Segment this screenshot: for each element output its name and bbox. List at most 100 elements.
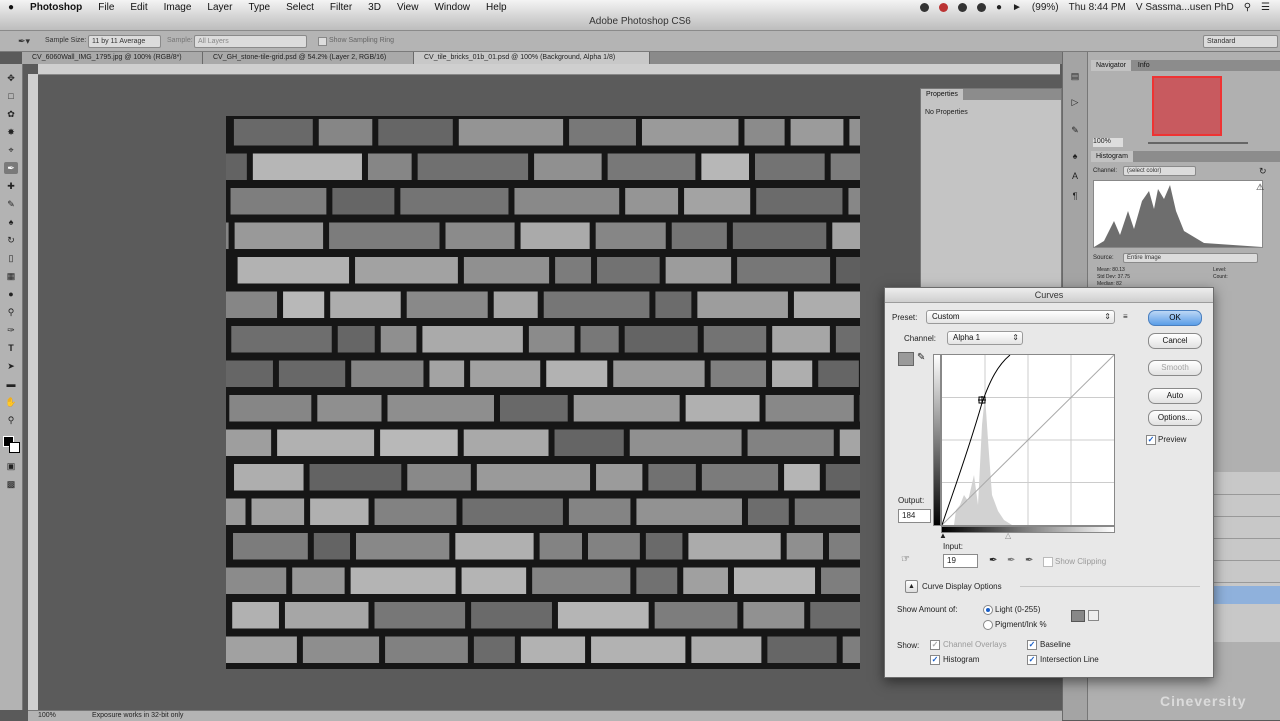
options-button[interactable]: Options... [1148,410,1202,426]
preset-options-icon[interactable]: ≡ [1123,312,1128,321]
tab-histogram[interactable]: Histogram [1091,151,1133,162]
bluetooth-icon[interactable] [958,3,967,12]
menu-file[interactable]: File [90,2,122,13]
menu-select[interactable]: Select [278,2,322,13]
gray-eyedropper-icon[interactable]: ✒ [1007,555,1015,566]
marquee-tool-icon[interactable]: □ [4,90,18,102]
brush-preset-icon[interactable]: ✎ [1068,124,1082,136]
sample-size-select[interactable]: 11 by 11 Average [88,35,161,48]
eyedropper-tool-preset-icon[interactable]: ✒▾ [18,36,30,47]
tab-navigator[interactable]: Navigator [1091,60,1131,71]
doc-tab-active[interactable]: CV_tile_bricks_01b_01.psd @ 100% (Backgr… [414,52,650,64]
history-brush-tool-icon[interactable]: ↻ [4,234,18,246]
doc-tab[interactable]: CV_GH_stone-tile-grid.psd @ 54.2% (Layer… [203,52,414,64]
navigator-zoom-slider[interactable] [1148,142,1248,144]
clock[interactable]: Thu 8:44 PM [1069,2,1126,13]
channel-overlays-checkbox[interactable]: ✓ [930,640,940,650]
clone-source-icon[interactable]: ♠ [1068,150,1082,162]
tab-info[interactable]: Info [1133,62,1155,69]
eraser-tool-icon[interactable]: ▯ [4,252,18,264]
curve-point[interactable] [978,396,986,404]
menu-layer[interactable]: Layer [199,2,240,13]
light-radio[interactable] [983,605,993,615]
warning-icon[interactable]: ⚠ [1256,182,1264,193]
layer-row[interactable] [1213,520,1280,539]
quick-mask-icon[interactable]: ▣ [4,460,18,472]
menu-type[interactable]: Type [240,2,278,13]
clone-stamp-tool-icon[interactable]: ♠ [4,216,18,228]
battery-status[interactable]: (99%) [1032,2,1059,13]
character-icon[interactable]: A [1068,170,1082,182]
screen-mode-icon[interactable]: ▩ [4,478,18,490]
status-icon[interactable] [920,3,929,12]
sample-select[interactable]: All Layers [194,35,307,48]
curve-graph[interactable] [941,354,1115,526]
smooth-button[interactable]: Smooth [1148,360,1202,376]
quick-select-tool-icon[interactable]: ✸ [4,126,18,138]
history-icon[interactable]: ▤ [1068,70,1082,82]
channel-select[interactable]: Alpha 1 [947,331,1023,345]
actions-icon[interactable]: ▷ [1068,96,1082,108]
grid-large-icon[interactable] [1071,610,1085,622]
curve-edit-points-icon[interactable] [898,352,914,366]
menu-edit[interactable]: Edit [122,2,155,13]
wifi-icon[interactable]: ● [996,2,1002,13]
menu-3d[interactable]: 3D [360,2,389,13]
background-color-swatch[interactable] [9,442,20,453]
black-eyedropper-icon[interactable]: ✒ [989,555,997,566]
shape-tool-icon[interactable]: ▬ [4,378,18,390]
navigator-zoom-value[interactable]: 100% [1093,138,1123,147]
tab-properties[interactable]: Properties [921,89,963,100]
pigment-radio[interactable] [983,620,993,630]
white-eyedropper-icon[interactable]: ✒ [1025,555,1033,566]
menu-filter[interactable]: Filter [322,2,360,13]
layer-row[interactable] [1213,564,1280,583]
status-icon[interactable] [939,3,948,12]
eyedropper-tool-icon[interactable]: ✒ [4,162,18,174]
healing-brush-tool-icon[interactable]: ✚ [4,180,18,192]
user-name[interactable]: V Sassma...usen PhD [1136,2,1234,13]
auto-button[interactable]: Auto [1148,388,1202,404]
menu-window[interactable]: Window [426,2,478,13]
white-point-slider[interactable]: △ [1005,531,1011,540]
brick-texture-image[interactable] [226,116,860,669]
lasso-tool-icon[interactable]: ✿ [4,108,18,120]
cancel-button[interactable]: Cancel [1148,333,1202,349]
apple-menu-icon[interactable]: ● [0,2,22,13]
menu-app[interactable]: Photoshop [22,2,90,13]
layer-row[interactable] [1213,542,1280,561]
curve-pencil-icon[interactable]: ✎ [917,352,925,363]
notifications-icon[interactable]: ☰ [1261,2,1270,13]
path-selection-tool-icon[interactable]: ➤ [4,360,18,372]
black-point-slider[interactable]: ▲ [939,531,947,540]
show-clipping-checkbox[interactable] [1043,557,1053,567]
blur-tool-icon[interactable]: ● [4,288,18,300]
grid-small-icon[interactable] [1088,610,1099,621]
ok-button[interactable]: OK [1148,310,1202,326]
layer-row[interactable] [1213,498,1280,517]
type-tool-icon[interactable]: T [4,342,18,354]
histogram-checkbox[interactable]: ✓ [930,655,940,665]
display-options-toggle[interactable]: ▲ [905,580,918,593]
volume-icon[interactable]: ► [1012,2,1022,13]
input-field[interactable]: 19 [943,554,978,568]
layer-row[interactable] [1213,476,1280,495]
doc-tab[interactable]: CV_6060Wall_IMG_1795.jpg @ 100% (RGB/8*) [22,52,203,64]
preset-select[interactable]: Custom [926,310,1115,324]
zoom-tool-icon[interactable]: ⚲ [4,414,18,426]
navigator-thumbnail[interactable] [1152,76,1222,136]
refresh-icon[interactable]: ↻ [1259,166,1267,177]
status-zoom[interactable]: 100% [38,712,56,719]
histogram-channel-select[interactable]: (select color) [1123,166,1196,176]
intersection-line-checkbox[interactable]: ✓ [1027,655,1037,665]
preview-checkbox[interactable]: ✓ [1146,435,1156,445]
workspace-select[interactable]: Standard [1203,35,1278,48]
timemachine-icon[interactable] [977,3,986,12]
output-field[interactable]: 184 [898,509,931,523]
menu-help[interactable]: Help [478,2,515,13]
hand-tool-icon[interactable]: ✋ [4,396,18,408]
menu-image[interactable]: Image [156,2,200,13]
crop-tool-icon[interactable]: ⌖ [4,144,18,156]
baseline-checkbox[interactable]: ✓ [1027,640,1037,650]
move-tool-icon[interactable]: ✥ [4,72,18,84]
